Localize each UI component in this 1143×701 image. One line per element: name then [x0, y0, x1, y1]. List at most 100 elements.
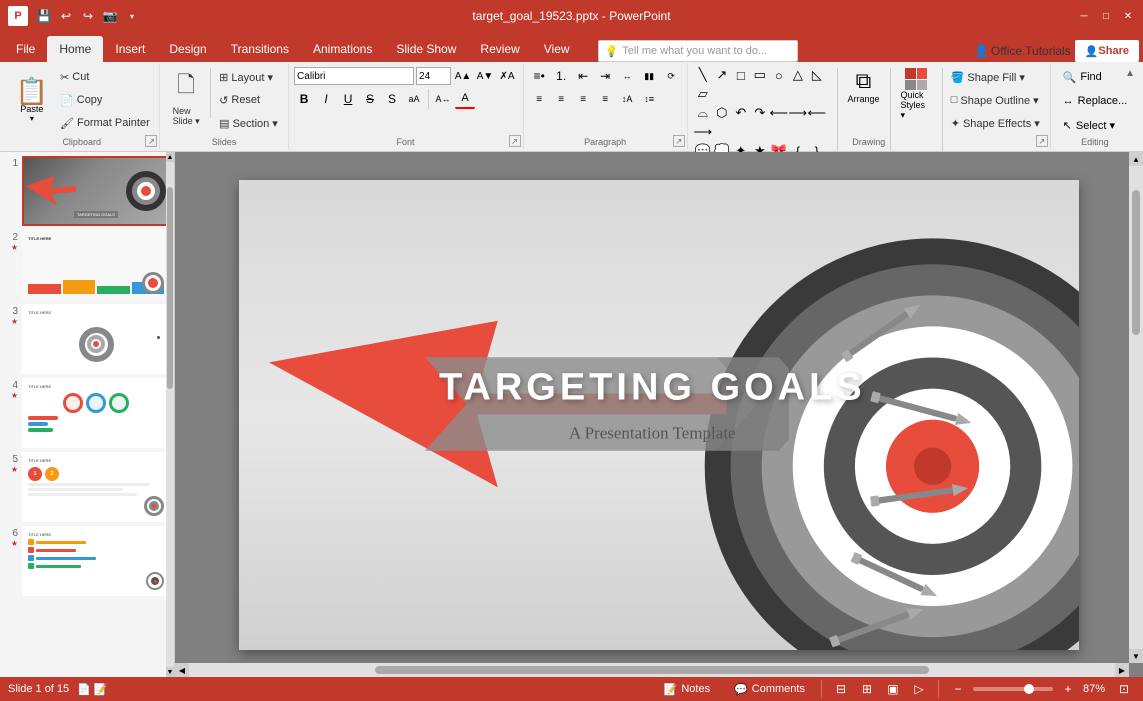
- scroll-down-btn[interactable]: ▼: [166, 667, 174, 677]
- cut-button[interactable]: ✂ Cut: [56, 66, 154, 88]
- select-button[interactable]: ↖ Select ▾: [1057, 114, 1121, 136]
- zoom-slider[interactable]: [973, 687, 1053, 691]
- normal-view-button[interactable]: ⊟: [830, 680, 852, 698]
- copy-button[interactable]: 📄 Copy: [56, 89, 154, 111]
- small-caps-button[interactable]: aA: [404, 89, 424, 109]
- vertical-scrollbar[interactable]: ▲ ▼: [1129, 152, 1143, 663]
- zoom-level[interactable]: 87%: [1083, 683, 1105, 695]
- slide-img-2[interactable]: TITLE HERE: [22, 230, 170, 300]
- tab-view[interactable]: View: [532, 36, 582, 62]
- tab-review[interactable]: Review: [468, 36, 531, 62]
- new-slide-button[interactable]: 🗋 NewSlide ▾: [166, 66, 206, 129]
- vscroll-down[interactable]: ▼: [1129, 649, 1143, 663]
- up-arrow[interactable]: ⟵: [808, 104, 826, 122]
- section-button[interactable]: ▤ Section ▾: [215, 112, 282, 134]
- save-button[interactable]: 💾: [34, 6, 54, 26]
- hscroll-track[interactable]: [191, 666, 1113, 674]
- underline-button[interactable]: U: [338, 89, 358, 109]
- tab-insert[interactable]: Insert: [103, 36, 157, 62]
- char-spacing-button[interactable]: A↔: [433, 89, 453, 109]
- slide-thumb-2[interactable]: 2★ TITLE HERE: [4, 230, 170, 300]
- parallelogram-shape[interactable]: ▱: [694, 85, 712, 103]
- quick-styles-button[interactable]: QuickStyles ▾: [895, 66, 938, 123]
- slide-thumb-3[interactable]: 3★ TITLE HERE: [4, 304, 170, 374]
- scroll-up-btn[interactable]: ▲: [166, 152, 174, 162]
- slide-thumb-6[interactable]: 6★ TITLE HERE: [4, 526, 170, 596]
- fit-to-window-button[interactable]: ⊡: [1113, 680, 1135, 698]
- right-arrow[interactable]: ⟶: [789, 104, 807, 122]
- find-button[interactable]: 🔍 Find: [1057, 66, 1108, 88]
- tab-slideshow[interactable]: Slide Show: [384, 36, 468, 62]
- round-rect-shape[interactable]: ▭: [751, 66, 769, 84]
- arrange-button[interactable]: ⧉ Arrange: [841, 66, 885, 106]
- decrease-indent-button[interactable]: ⇤: [573, 66, 593, 86]
- left-arrow[interactable]: ⟵: [770, 104, 788, 122]
- tab-transitions[interactable]: Transitions: [219, 36, 301, 62]
- paragraph-expand[interactable]: ↗: [673, 135, 685, 147]
- italic-button[interactable]: I: [316, 89, 336, 109]
- trapez-shape[interactable]: ⌓: [694, 104, 712, 122]
- slide-thumb-1[interactable]: 1 TARGETING: [4, 156, 170, 226]
- justify-button[interactable]: ≡: [595, 89, 615, 109]
- line-shape[interactable]: ╲: [694, 66, 712, 84]
- shape-fill-button[interactable]: 🪣 Shape Fill ▾: [947, 66, 1044, 88]
- font-size-input[interactable]: 24: [416, 67, 451, 85]
- arrow-shape[interactable]: ↗: [713, 66, 731, 84]
- convert-button[interactable]: ⟳: [661, 66, 681, 86]
- hex-shape[interactable]: ⬡: [713, 104, 731, 122]
- hscroll-right[interactable]: ▶: [1115, 663, 1129, 677]
- slide-notes-info[interactable]: 📄 📝: [77, 683, 107, 696]
- slideshow-button[interactable]: ▷: [908, 680, 930, 698]
- rtriangle-shape[interactable]: ◺: [808, 66, 826, 84]
- share-button[interactable]: 👤 Share: [1075, 40, 1139, 62]
- horizontal-scrollbar[interactable]: ◀ ▶: [175, 663, 1129, 677]
- maximize-button[interactable]: □: [1099, 9, 1113, 23]
- bullets-button[interactable]: ≡•: [529, 66, 549, 86]
- slide-panel-scrollbar[interactable]: ▲ ▼: [166, 152, 174, 677]
- align-left-button[interactable]: ≡: [529, 89, 549, 109]
- tab-animations[interactable]: Animations: [301, 36, 384, 62]
- customize-qat[interactable]: ▾: [122, 6, 142, 26]
- ribbon-collapse-button[interactable]: ▲: [1125, 68, 1135, 79]
- align-right-button[interactable]: ≡: [573, 89, 593, 109]
- zoom-out-button[interactable]: −: [947, 680, 969, 698]
- align-center-button[interactable]: ≡: [551, 89, 571, 109]
- tab-file[interactable]: File: [4, 36, 47, 62]
- rtl-button[interactable]: ↔: [617, 66, 637, 86]
- slide-thumb-4[interactable]: 4★ TITLE HERE: [4, 378, 170, 448]
- slide-sorter-button[interactable]: ⊞: [856, 680, 878, 698]
- redo-button[interactable]: ↪: [78, 6, 98, 26]
- tab-home[interactable]: Home: [47, 36, 103, 62]
- hscroll-left[interactable]: ◀: [175, 663, 189, 677]
- tab-design[interactable]: Design: [157, 36, 218, 62]
- bold-button[interactable]: B: [294, 89, 314, 109]
- zoom-in-button[interactable]: +: [1057, 680, 1079, 698]
- slide-img-6[interactable]: TITLE HERE: [22, 526, 170, 596]
- slide-img-1[interactable]: TARGETING GOALS: [22, 156, 170, 226]
- strikethrough-button[interactable]: S: [360, 89, 380, 109]
- slide-img-4[interactable]: TITLE HERE: [22, 378, 170, 448]
- replace-button[interactable]: ↔ Replace...: [1057, 90, 1134, 112]
- reset-button[interactable]: ↺ Reset: [215, 89, 282, 111]
- curved-arrow1[interactable]: ↶: [732, 104, 750, 122]
- slide-img-5[interactable]: TITLE HERE 1 2: [22, 452, 170, 522]
- office-tutorials-button[interactable]: 👤 Office Tutorials: [974, 44, 1071, 58]
- shape-outline-button[interactable]: □ Shape Outline ▾: [947, 89, 1044, 111]
- circle-shape[interactable]: ○: [770, 66, 788, 84]
- clipboard-expand[interactable]: ↗: [145, 135, 157, 147]
- decrease-font-button[interactable]: A▼: [475, 66, 495, 86]
- triangle-shape[interactable]: △: [789, 66, 807, 84]
- paste-button[interactable]: 📋 Paste ▾: [10, 66, 54, 134]
- increase-indent-button[interactable]: ⇥: [595, 66, 615, 86]
- undo-button[interactable]: ↩: [56, 6, 76, 26]
- columns-button[interactable]: ▮▮: [639, 66, 659, 86]
- layout-button[interactable]: ⊞ Layout ▾: [215, 66, 282, 88]
- minimize-button[interactable]: ─: [1077, 9, 1091, 23]
- vscroll-track[interactable]: [1129, 166, 1143, 649]
- tell-me-input[interactable]: 💡 Tell me what you want to do...: [598, 40, 798, 62]
- drawing-expand[interactable]: ↗: [1036, 135, 1048, 147]
- rect-shape[interactable]: □: [732, 66, 750, 84]
- slide-img-3[interactable]: TITLE HERE: [22, 304, 170, 374]
- clear-format-button[interactable]: ✗A: [497, 66, 517, 86]
- font-face-input[interactable]: [294, 67, 414, 85]
